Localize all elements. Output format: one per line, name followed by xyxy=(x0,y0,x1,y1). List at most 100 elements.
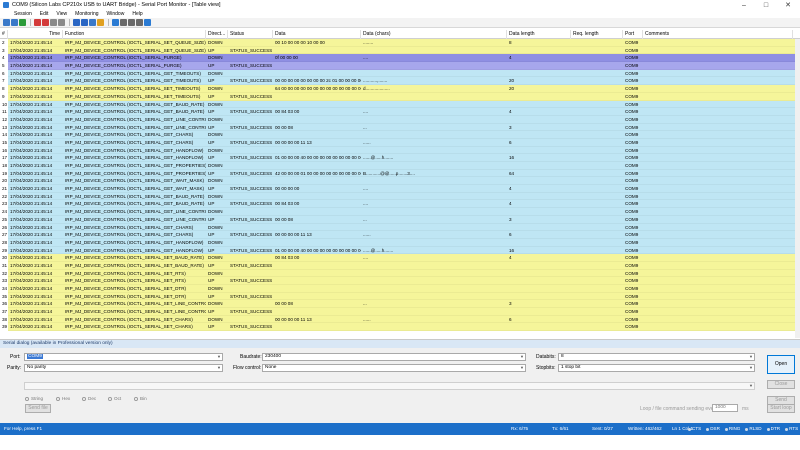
cell-req-length xyxy=(571,108,623,116)
toolbar-button-icon[interactable] xyxy=(19,19,26,26)
status-help-text: For Help, press F1 xyxy=(4,426,43,431)
menu-monitoring[interactable]: Monitoring xyxy=(75,11,98,17)
close-window-button[interactable]: ✕ xyxy=(777,0,799,10)
table-row[interactable]: 23 17/04/2020 21:45:14 IRP_MJ_DEVICE_CONTR… xyxy=(0,200,800,209)
table-row[interactable]: 14 17/04/2020 21:45:14 IRP_MJ_DEVICE_CONTR… xyxy=(0,131,800,139)
stopbits-select[interactable]: 1 stop bit ▼ xyxy=(558,364,755,372)
close-button[interactable]: Close xyxy=(767,380,795,389)
table-row[interactable]: 24 17/04/2020 21:45:14 IRP_MJ_DEVICE_CONTR… xyxy=(0,208,800,216)
open-button[interactable]: Open xyxy=(767,355,795,374)
maximize-button[interactable]: □ xyxy=(755,0,777,10)
table-row[interactable]: 4 17/04/2020 21:45:14 IRP_MJ_DEVICE_CONTRO… xyxy=(0,54,800,63)
toolbar-button-icon[interactable] xyxy=(58,19,65,26)
toolbar-button-icon[interactable] xyxy=(97,19,104,26)
radio-hex[interactable]: Hex xyxy=(56,396,70,401)
table-row[interactable]: 7 17/04/2020 21:45:14 IRP_MJ_DEVICE_CONTRO… xyxy=(0,77,800,86)
toolbar-button-icon[interactable] xyxy=(89,19,96,26)
table-row[interactable]: 16 17/04/2020 21:45:14 IRP_MJ_DEVICE_CONTR… xyxy=(0,146,800,155)
table-row[interactable]: 20 17/04/2020 21:45:14 IRP_MJ_DEVICE_CONTR… xyxy=(0,177,800,186)
toolbar-separator xyxy=(108,19,109,26)
toolbar-button-icon[interactable] xyxy=(50,19,57,26)
table-row[interactable]: 6 17/04/2020 21:45:14 IRP_MJ_DEVICE_CONTRO… xyxy=(0,69,800,78)
table-row[interactable]: 2 17/04/2020 21:45:14 IRP_MJ_DEVICE_CONTRO… xyxy=(0,39,800,47)
vertical-scrollbar[interactable] xyxy=(795,39,800,338)
radio-bin[interactable]: Bin xyxy=(134,396,147,401)
port-select[interactable]: COM9 ▼ xyxy=(24,353,223,361)
table-row[interactable]: 5 17/04/2020 21:45:14 IRP_MJ_DEVICE_CONTRO… xyxy=(0,62,800,70)
toolbar-button-icon[interactable] xyxy=(11,19,18,26)
table-row[interactable]: 11 17/04/2020 21:45:14 IRP_MJ_DEVICE_CONTR… xyxy=(0,108,800,116)
col-time-header[interactable]: Time xyxy=(8,30,63,39)
menu-view[interactable]: View xyxy=(56,11,67,17)
col-req-length-header[interactable]: Req. length xyxy=(571,30,623,39)
table-row[interactable]: 13 17/04/2020 21:45:14 IRP_MJ_DEVICE_CONTR… xyxy=(0,123,800,132)
table-row[interactable]: 21 17/04/2020 21:45:14 IRP_MJ_DEVICE_CONTR… xyxy=(0,185,800,193)
loop-interval-input[interactable]: 1000 xyxy=(712,404,738,412)
send-file-button[interactable]: Send file xyxy=(25,404,51,413)
cell-number: 5 xyxy=(0,62,8,70)
toolbar-button-icon[interactable] xyxy=(34,19,41,26)
toolbar-button-icon[interactable] xyxy=(120,19,127,26)
col-function-header[interactable]: Function xyxy=(63,30,206,39)
start-loop-button[interactable]: Start loop xyxy=(767,404,795,413)
table-row[interactable]: 19 17/04/2020 21:45:14 IRP_MJ_DEVICE_CONTR… xyxy=(0,169,800,178)
table-row[interactable]: 18 17/04/2020 21:45:14 IRP_MJ_DEVICE_CONTR… xyxy=(0,162,800,170)
col-data-chars-header[interactable]: Data (chars) xyxy=(361,30,507,39)
radio-dec[interactable]: Dec xyxy=(82,396,96,401)
table-row[interactable]: 35 17/04/2020 21:45:14 IRP_MJ_DEVICE_CONTR… xyxy=(0,292,800,301)
table-row[interactable]: 15 17/04/2020 21:45:14 IRP_MJ_DEVICE_CONTR… xyxy=(0,138,800,147)
col-port-header[interactable]: Port xyxy=(623,30,643,39)
minimize-button[interactable]: – xyxy=(733,0,755,10)
table-row[interactable]: 38 17/04/2020 21:45:14 IRP_MJ_DEVICE_CONTR… xyxy=(0,315,800,324)
menu-window[interactable]: Window xyxy=(107,11,125,17)
menu-help[interactable]: Help xyxy=(132,11,142,17)
parity-select[interactable]: No parity ▼ xyxy=(24,364,223,372)
radio-string[interactable]: String xyxy=(25,396,43,401)
table-row[interactable]: 9 17/04/2020 21:45:14 IRP_MJ_DEVICE_CONTRO… xyxy=(0,92,800,101)
table-row[interactable]: 33 17/04/2020 21:45:14 IRP_MJ_DEVICE_CONTR… xyxy=(0,277,800,285)
cell-data-length: 6 xyxy=(509,232,512,238)
toolbar-button-icon[interactable] xyxy=(73,19,80,26)
databits-select[interactable]: 8 ▼ xyxy=(558,353,755,361)
table-row[interactable]: 32 17/04/2020 21:45:14 IRP_MJ_DEVICE_CONTR… xyxy=(0,269,800,278)
table-row[interactable]: 36 17/04/2020 21:45:14 IRP_MJ_DEVICE_CONTR… xyxy=(0,300,800,309)
cell-data-chars: ...... xyxy=(363,232,371,238)
menu-session[interactable]: Session xyxy=(14,11,32,17)
col-direction-header[interactable]: Direct... xyxy=(206,30,228,39)
cell-number: 36 xyxy=(0,300,8,309)
table-row[interactable]: 31 17/04/2020 21:45:14 IRP_MJ_DEVICE_CONTR… xyxy=(0,261,800,270)
col-data-header[interactable]: Data xyxy=(273,30,361,39)
table-row[interactable]: 30 17/04/2020 21:45:14 IRP_MJ_DEVICE_CONTR… xyxy=(0,254,800,262)
toolbar-button-icon[interactable] xyxy=(42,19,49,26)
table-row[interactable]: 10 17/04/2020 21:45:14 IRP_MJ_DEVICE_CONTR… xyxy=(0,100,800,109)
toolbar-button-icon[interactable] xyxy=(3,19,10,26)
table-row[interactable]: 25 17/04/2020 21:45:14 IRP_MJ_DEVICE_CONTR… xyxy=(0,215,800,224)
table-row[interactable]: 26 17/04/2020 21:45:14 IRP_MJ_DEVICE_CONTR… xyxy=(0,223,800,232)
toolbar-button-icon[interactable] xyxy=(112,19,119,26)
col-number-header[interactable]: # xyxy=(0,30,8,39)
col-comments-header[interactable]: Comments xyxy=(643,30,793,39)
toolbar-button-icon[interactable] xyxy=(136,19,143,26)
baudrate-select[interactable]: 230400 ▼ xyxy=(262,353,526,361)
table-row[interactable]: 28 17/04/2020 21:45:14 IRP_MJ_DEVICE_CONTR… xyxy=(0,238,800,247)
col-data-length-header[interactable]: Data length xyxy=(507,30,571,39)
table-row[interactable]: 29 17/04/2020 21:45:14 IRP_MJ_DEVICE_CONTR… xyxy=(0,246,800,255)
table-row[interactable]: 27 17/04/2020 21:45:14 IRP_MJ_DEVICE_CONTR… xyxy=(0,231,800,239)
send-data-input[interactable]: ▼ xyxy=(24,382,755,390)
col-status-header[interactable]: Status xyxy=(228,30,273,39)
table-row[interactable]: 3 17/04/2020 21:45:14 IRP_MJ_DEVICE_CONTRO… xyxy=(0,46,800,55)
toolbar-button-icon[interactable] xyxy=(128,19,135,26)
table-row[interactable]: 39 17/04/2020 21:45:14 IRP_MJ_DEVICE_CONTR… xyxy=(0,323,800,332)
table-row[interactable]: 34 17/04/2020 21:45:14 IRP_MJ_DEVICE_CONTR… xyxy=(0,285,800,293)
toolbar-button-icon[interactable] xyxy=(144,19,151,26)
table-row[interactable]: 37 17/04/2020 21:45:14 IRP_MJ_DEVICE_CONTR… xyxy=(0,308,800,316)
radio-oct[interactable]: Oct xyxy=(108,396,121,401)
table-row[interactable]: 22 17/04/2020 21:45:14 IRP_MJ_DEVICE_CONTR… xyxy=(0,192,800,201)
table-row[interactable]: 17 17/04/2020 21:45:14 IRP_MJ_DEVICE_CONTR… xyxy=(0,154,800,162)
cell-port: COM9 xyxy=(625,239,639,245)
flow-control-select[interactable]: None ▼ xyxy=(262,364,526,372)
table-row[interactable]: 12 17/04/2020 21:45:14 IRP_MJ_DEVICE_CONTR… xyxy=(0,115,800,124)
menu-edit[interactable]: Edit xyxy=(40,11,49,17)
toolbar-button-icon[interactable] xyxy=(81,19,88,26)
table-row[interactable]: 8 17/04/2020 21:45:14 IRP_MJ_DEVICE_CONTRO… xyxy=(0,85,800,93)
